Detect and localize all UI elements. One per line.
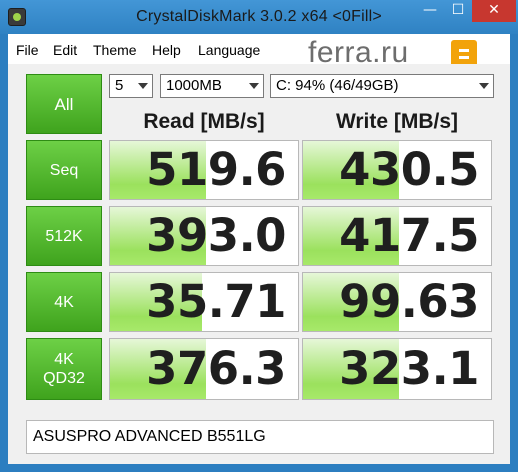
close-button[interactable]: ✕ bbox=[472, 0, 516, 22]
chevron-down-icon bbox=[479, 83, 489, 89]
menu-edit[interactable]: Edit bbox=[53, 42, 77, 58]
test-count-value: 5 bbox=[115, 77, 124, 94]
4k-write-result: 99.63 bbox=[302, 272, 492, 332]
label-line-2: QD32 bbox=[43, 370, 85, 387]
4k-test-button[interactable]: 4K bbox=[26, 272, 102, 332]
seq-test-button[interactable]: Seq bbox=[26, 140, 102, 200]
result-value: 393.0 bbox=[146, 209, 286, 262]
menu-language[interactable]: Language bbox=[198, 42, 260, 58]
4k-read-result: 35.71 bbox=[109, 272, 299, 332]
minimize-button[interactable]: — bbox=[416, 0, 444, 22]
client-area: File Edit Theme Help Language ferra.ru A… bbox=[8, 34, 510, 464]
chevron-down-icon bbox=[138, 83, 148, 89]
menu-theme[interactable]: Theme bbox=[93, 42, 137, 58]
app-window: CrystalDiskMark 3.0.2 x64 <0Fill> — ☐ ✕ … bbox=[0, 0, 518, 472]
test-size-value: 1000MB bbox=[166, 77, 222, 94]
drive-value: C: 94% (46/49GB) bbox=[276, 77, 399, 94]
result-value: 323.1 bbox=[339, 342, 479, 395]
all-button[interactable]: All bbox=[26, 74, 102, 134]
result-value: 519.6 bbox=[146, 143, 286, 196]
seq-read-result: 519.6 bbox=[109, 140, 299, 200]
menu-help[interactable]: Help bbox=[152, 42, 181, 58]
result-value: 430.5 bbox=[339, 143, 479, 196]
chevron-down-icon bbox=[249, 83, 259, 89]
4k-qd32-write-result: 323.1 bbox=[302, 338, 492, 400]
test-count-select[interactable]: 5 bbox=[109, 74, 153, 98]
512k-test-button[interactable]: 512K bbox=[26, 206, 102, 266]
comment-field[interactable]: ASUSPRO ADVANCED B551LG bbox=[26, 420, 494, 454]
menu-bar: File Edit Theme Help Language ferra.ru bbox=[8, 34, 510, 69]
test-size-select[interactable]: 1000MB bbox=[160, 74, 264, 98]
maximize-button[interactable]: ☐ bbox=[444, 0, 472, 22]
seq-write-result: 430.5 bbox=[302, 140, 492, 200]
title-bar[interactable]: CrystalDiskMark 3.0.2 x64 <0Fill> — ☐ ✕ bbox=[0, 0, 518, 34]
result-value: 99.63 bbox=[339, 275, 479, 328]
result-value: 417.5 bbox=[339, 209, 479, 262]
4k-qd32-test-button[interactable]: 4K QD32 bbox=[26, 338, 102, 400]
result-value: 376.3 bbox=[146, 342, 286, 395]
label-line-1: 4K bbox=[54, 351, 74, 368]
menu-file[interactable]: File bbox=[16, 42, 39, 58]
4k-qd32-read-result: 376.3 bbox=[109, 338, 299, 400]
512k-read-result: 393.0 bbox=[109, 206, 299, 266]
write-column-header: Write [MB/s] bbox=[335, 110, 459, 133]
test-button-label: 4K QD32 bbox=[43, 350, 85, 388]
read-column-header: Read [MB/s] bbox=[143, 110, 265, 133]
result-value: 35.71 bbox=[146, 275, 286, 328]
drive-select[interactable]: C: 94% (46/49GB) bbox=[270, 74, 494, 98]
benchmark-panel: All 5 1000MB C: 94% (46/49GB) Read [MB/s… bbox=[8, 64, 510, 464]
512k-write-result: 417.5 bbox=[302, 206, 492, 266]
